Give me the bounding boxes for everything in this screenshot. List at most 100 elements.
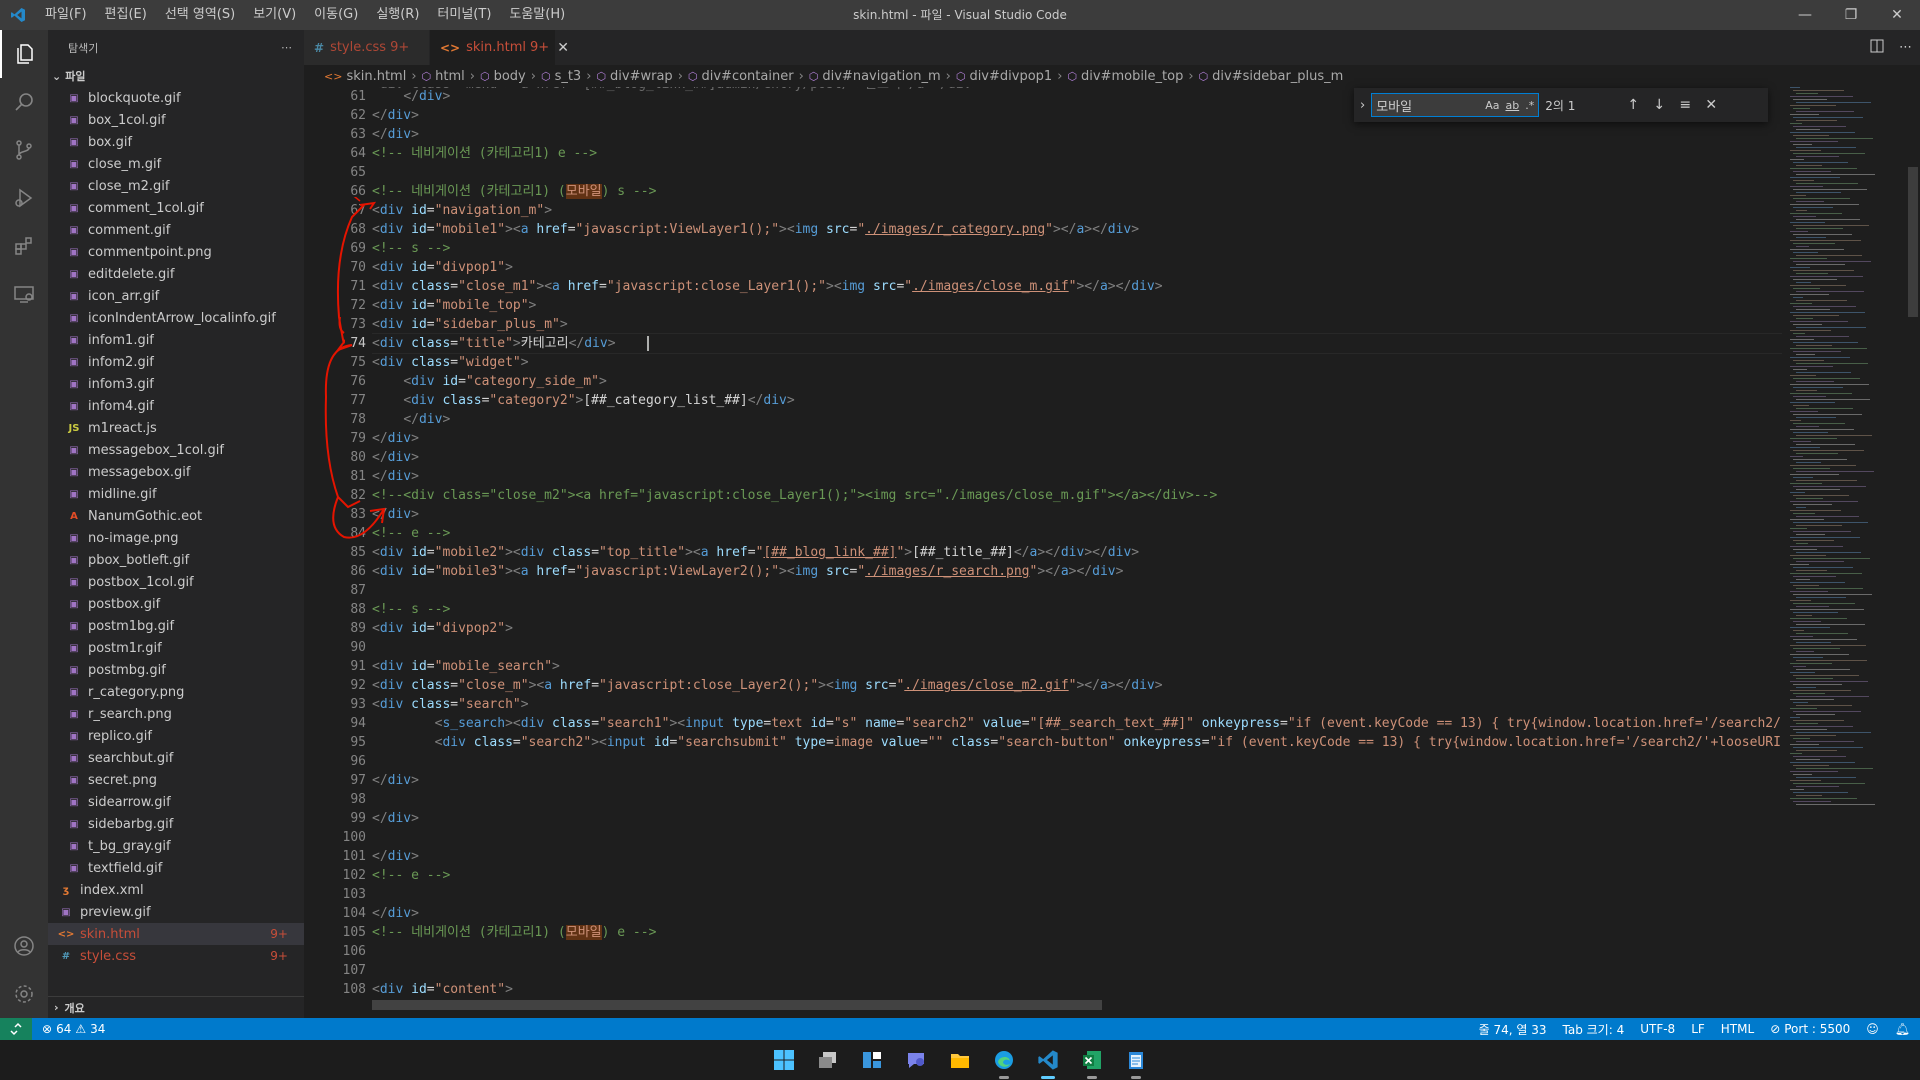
code-line[interactable]: <div class="close_m1"><a href="javascrip…	[372, 277, 1782, 296]
horizontal-scrollbar[interactable]	[372, 1000, 1102, 1010]
chat-icon[interactable]	[900, 1044, 932, 1076]
scroll-thumb[interactable]	[1908, 167, 1918, 317]
match-case-toggle[interactable]: Aa	[1485, 99, 1499, 112]
previous-match-arrow-up-icon[interactable]: ↑	[1623, 97, 1643, 113]
indentation[interactable]: Tab 크기: 4	[1563, 1021, 1625, 1038]
file-item[interactable]: ▣ comment.gif	[48, 219, 304, 241]
menu-item-1[interactable]: 편집(E)	[96, 0, 156, 30]
task-view-icon[interactable]	[812, 1044, 844, 1076]
file-item[interactable]: ▣ messagebox_1col.gif	[48, 439, 304, 461]
cursor-position[interactable]: 줄 74, 열 33	[1479, 1021, 1547, 1038]
search-icon[interactable]	[0, 78, 48, 126]
code-line[interactable]: </div>	[372, 467, 1782, 486]
account-icon[interactable]	[0, 922, 48, 970]
vertical-scrollbar[interactable]	[1906, 87, 1920, 1018]
vscode-taskbar-icon[interactable]	[1032, 1044, 1064, 1079]
code-line[interactable]: <div id="mobile3"><a href="javascript:Vi…	[372, 562, 1782, 581]
folder-section-header[interactable]: ⌄ 파일	[48, 65, 304, 87]
next-match-arrow-down-icon[interactable]: ↓	[1649, 97, 1669, 113]
file-item[interactable]: ▣ infom1.gif	[48, 329, 304, 351]
file-item[interactable]: <> skin.html 9+	[48, 923, 304, 945]
file-item[interactable]: ▣ secret.png	[48, 769, 304, 791]
file-item[interactable]: ▣ postbox_1col.gif	[48, 571, 304, 593]
breadcrumb-item[interactable]: ⬡ div#container	[688, 69, 794, 84]
code-line[interactable]	[372, 638, 1782, 657]
remote-indicator-icon[interactable]	[0, 1018, 32, 1040]
file-item[interactable]: ▣ postbox.gif	[48, 593, 304, 615]
code-line[interactable]: </div>	[372, 847, 1782, 866]
code-line[interactable]: <div id="divpop1">	[372, 258, 1782, 277]
file-item[interactable]: ▣ messagebox.gif	[48, 461, 304, 483]
code-line[interactable]: </div>	[372, 429, 1782, 448]
file-item[interactable]: ▣ postm1bg.gif	[48, 615, 304, 637]
file-item[interactable]: ▣ blockquote.gif	[48, 87, 304, 109]
code-editor[interactable]: 61 62 63 64 65 66 67 68 69 70 71 72 73 74 75 76 77 78 79 80…	[304, 87, 1920, 1018]
code-line[interactable]: <div class="title">카테고리</div>	[372, 333, 1782, 354]
file-item[interactable]: ▣ preview.gif	[48, 901, 304, 923]
file-item[interactable]: ▣ close_m2.gif	[48, 175, 304, 197]
file-item[interactable]: ▣ sidearrow.gif	[48, 791, 304, 813]
breadcrumb-item[interactable]: ⬡ div#mobile_top	[1067, 69, 1183, 84]
file-item[interactable]: ▣ comment_1col.gif	[48, 197, 304, 219]
file-item[interactable]: A NanumGothic.eot	[48, 505, 304, 527]
explorer-icon[interactable]	[0, 30, 48, 78]
find-input[interactable]: 모바일 Aa ab .*	[1371, 93, 1540, 117]
split-editor-icon[interactable]	[1869, 38, 1885, 58]
code-line[interactable]: <div id="category_side_m">	[372, 372, 1782, 391]
code-line[interactable]: <div class="close_m"><a href="javascript…	[372, 676, 1782, 695]
windows-start-icon[interactable]	[768, 1044, 800, 1076]
widgets-icon[interactable]	[856, 1044, 888, 1076]
file-item[interactable]: ʒ index.xml	[48, 879, 304, 901]
file-item[interactable]: ▣ icon_arr.gif	[48, 285, 304, 307]
code-line[interactable]	[372, 581, 1782, 600]
source-control-icon[interactable]	[0, 126, 48, 174]
file-item[interactable]: ▣ editdelete.gif	[48, 263, 304, 285]
code-line[interactable]: <!-- s -->	[372, 600, 1782, 619]
code-line[interactable]: <div class="category2">[##_category_list…	[372, 391, 1782, 410]
breadcrumb-item[interactable]: ⬡ html	[422, 69, 465, 84]
edge-browser-icon[interactable]	[988, 1044, 1020, 1079]
breadcrumb-item[interactable]: ⬡ body	[480, 69, 526, 84]
code-line[interactable]: <s_search><div class="search1"><input ty…	[372, 714, 1782, 733]
code-line[interactable]: <!-- s -->	[372, 239, 1782, 258]
code-line[interactable]: <div id="mobile_top">	[372, 296, 1782, 315]
code-line[interactable]: <!-- 네비게이션 (카테고리1) e -->	[372, 144, 1782, 163]
breadcrumb-item[interactable]: ⬡ s_t3	[541, 69, 581, 84]
file-item[interactable]: ▣ infom4.gif	[48, 395, 304, 417]
menu-item-5[interactable]: 실행(R)	[367, 0, 428, 30]
menu-item-2[interactable]: 선택 영역(S)	[156, 0, 244, 30]
code-line[interactable]: <div id="content">	[372, 980, 1782, 999]
file-item[interactable]: JS m1react.js	[48, 417, 304, 439]
code-line[interactable]	[372, 942, 1782, 961]
run-debug-icon[interactable]	[0, 174, 48, 222]
live-server-port[interactable]: ⊘ Port : 5500	[1770, 1022, 1850, 1036]
file-item[interactable]: ▣ box_1col.gif	[48, 109, 304, 131]
restore-button[interactable]: ❐	[1828, 0, 1874, 30]
file-item[interactable]: ▣ infom2.gif	[48, 351, 304, 373]
code-line[interactable]: <!-- 네비게이션 (카테고리1) (모바일) s -->	[372, 182, 1782, 201]
file-item[interactable]: ▣ replico.gif	[48, 725, 304, 747]
breadcrumb-item[interactable]: ⬡ div#navigation_m	[809, 69, 941, 84]
code-line[interactable]: <div id="mobile2"><div class="top_title"…	[372, 543, 1782, 562]
file-item[interactable]: # style.css 9+	[48, 945, 304, 967]
match-whole-word-toggle[interactable]: ab	[1505, 99, 1519, 112]
breadcrumb-item[interactable]: ⬡ div#sidebar_plus_m	[1199, 69, 1344, 84]
file-item[interactable]: ▣ postmbg.gif	[48, 659, 304, 681]
close-find-icon[interactable]: ✕	[1701, 97, 1721, 113]
file-item[interactable]: ▣ infom3.gif	[48, 373, 304, 395]
notepad-icon[interactable]	[1120, 1044, 1152, 1079]
more-actions-icon[interactable]: ⋯	[1899, 40, 1912, 55]
outline-section-header[interactable]: › 개요	[48, 996, 304, 1018]
code-line[interactable]: <div id="mobile_search">	[372, 657, 1782, 676]
end-of-line[interactable]: LF	[1691, 1022, 1705, 1036]
encoding[interactable]: UTF-8	[1640, 1022, 1675, 1036]
file-item[interactable]: ▣ r_category.png	[48, 681, 304, 703]
code-line[interactable]: </div>	[372, 771, 1782, 790]
file-explorer-icon[interactable]	[944, 1044, 976, 1076]
file-item[interactable]: ▣ sidebarbg.gif	[48, 813, 304, 835]
breadcrumb-item[interactable]: ⬡ div#wrap	[596, 69, 672, 84]
file-item[interactable]: ▣ box.gif	[48, 131, 304, 153]
language-mode[interactable]: HTML	[1721, 1022, 1754, 1036]
code-line[interactable]	[372, 828, 1782, 847]
code-line[interactable]: <div id="sidebar_plus_m">	[372, 315, 1782, 334]
